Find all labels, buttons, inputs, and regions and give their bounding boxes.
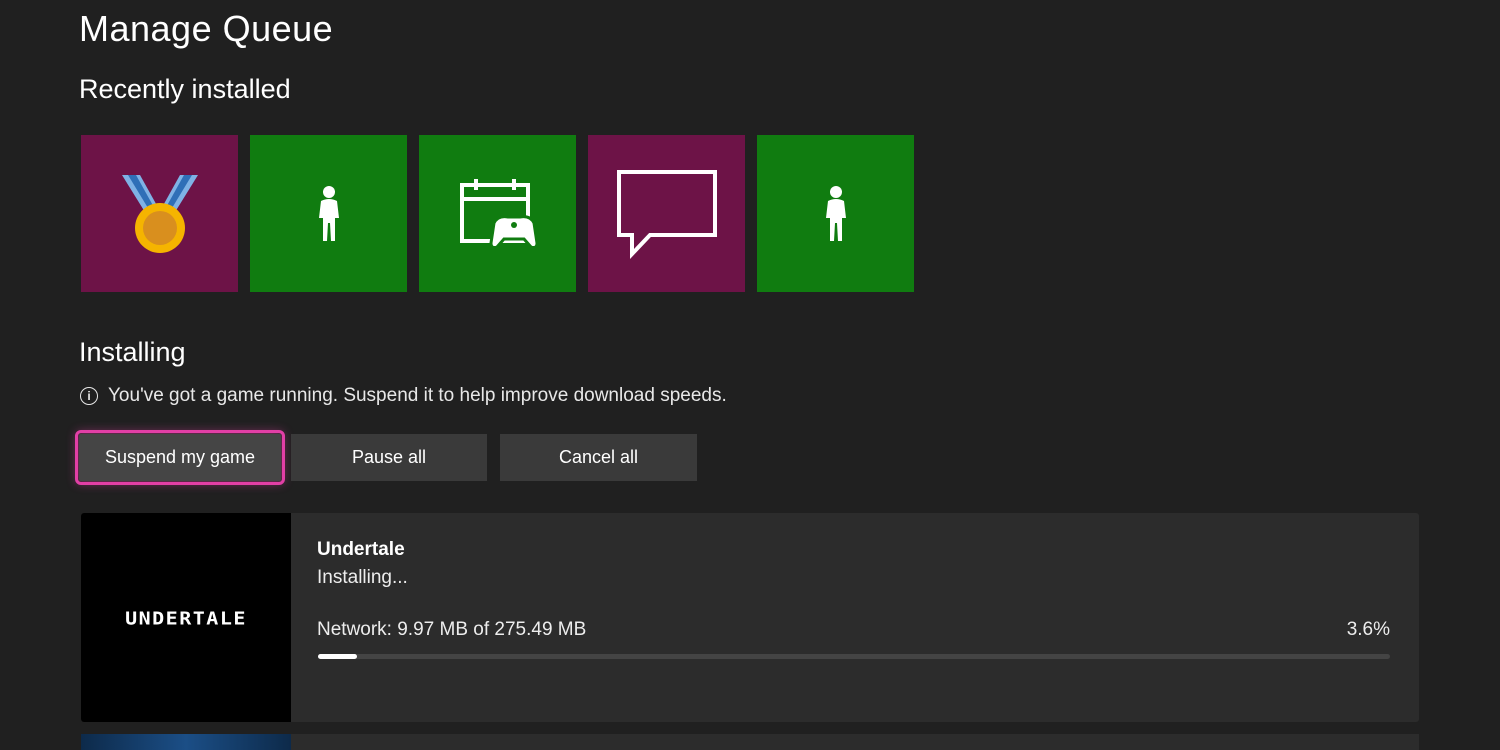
info-icon: i [80,387,98,405]
notice-text: You've got a game running. Suspend it to… [108,385,727,406]
pause-all-button[interactable]: Pause all [291,434,487,481]
game-title: Undertale [317,539,405,560]
recent-tile-4[interactable] [588,135,745,292]
network-progress-text: Network: 9.97 MB of 275.49 MB [317,619,587,640]
recent-tile-5[interactable] [757,135,914,292]
progress-bar-fill [318,654,357,659]
calendar-controller-icon [459,178,538,249]
recent-tile-2[interactable] [250,135,407,292]
manage-queue-page: Manage Queue Recently installed Installi… [0,0,1500,750]
install-status: Installing... [317,567,408,588]
recent-tile-3[interactable] [419,135,576,292]
game-logo: UNDERTALE [125,606,247,629]
install-item-next[interactable] [81,734,1419,750]
medal-icon [121,174,198,253]
progress-bar [318,654,1390,659]
suspend-game-button[interactable]: Suspend my game [75,430,285,485]
cancel-all-button[interactable]: Cancel all [500,434,697,481]
avatar-icon [825,185,846,241]
avatar-icon [318,185,339,241]
chat-bubble-icon [616,169,717,259]
recent-tile-1[interactable] [81,135,238,292]
download-notice: i You've got a game running. Suspend it … [80,385,727,407]
recently-installed-list [81,135,914,292]
progress-percent: 3.6% [1346,619,1390,640]
next-game-art [81,734,291,750]
page-title: Manage Queue [79,8,334,49]
install-item-undertale[interactable]: UNDERTALE Undertale Installing... Networ… [81,513,1419,722]
installing-heading: Installing [79,337,186,367]
recently-installed-heading: Recently installed [79,74,291,104]
game-art: UNDERTALE [81,513,291,722]
